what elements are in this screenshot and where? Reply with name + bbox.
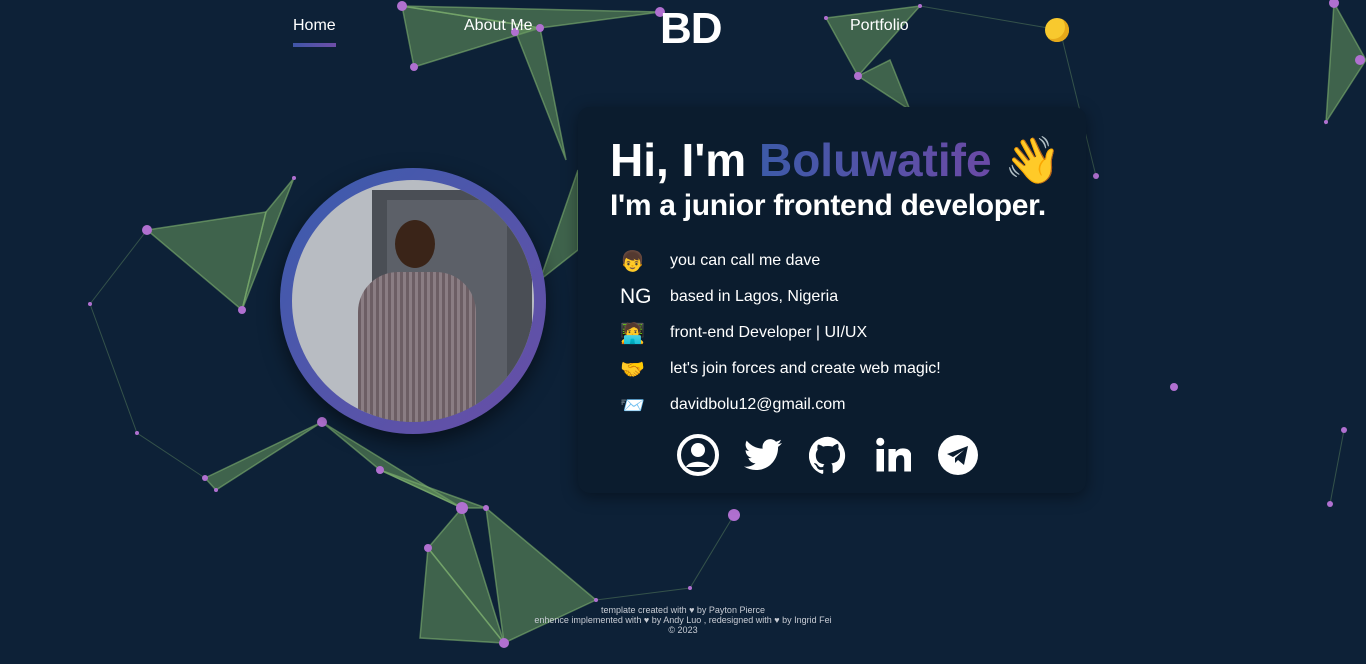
footer-credit: template created with ♥ by Payton Pierce — [601, 605, 765, 615]
wave-icon: 👋 — [1004, 134, 1062, 186]
logo[interactable]: BD — [660, 4, 723, 54]
social-links — [676, 433, 980, 477]
profile-photo — [292, 180, 534, 422]
top-nav: Home About Me BD Portfolio — [0, 0, 1366, 60]
subtitle: I'm a junior frontend developer. — [610, 189, 1046, 222]
twitter-icon[interactable] — [741, 433, 785, 477]
telegram-icon[interactable] — [936, 433, 980, 477]
footer-copyright: © 2023 — [668, 625, 698, 635]
email-text[interactable]: davidbolu12@gmail.com — [670, 396, 845, 414]
list-item: 📨 davidbolu12@gmail.com — [620, 387, 941, 423]
envelope-emoji-icon: 📨 — [620, 394, 645, 417]
footer: template created with ♥ by Payton Pierce… — [0, 605, 1366, 635]
github-icon[interactable] — [806, 433, 850, 477]
linkedin-icon[interactable] — [871, 433, 915, 477]
list-item: 👦 you can call me dave — [620, 250, 821, 273]
name: Boluwatife — [758, 134, 992, 186]
nigeria-flag-icon: NG — [620, 285, 652, 308]
list-item: 🧑‍💻 front-end Developer | UI/UX — [620, 322, 868, 345]
list-item: NG based in Lagos, Nigeria — [620, 285, 839, 308]
intro-card: Hi, I'm Boluwatife 👋 I'm a junior fronte… — [578, 107, 1086, 493]
avatar — [280, 168, 546, 434]
handshake-emoji-icon: 🤝 — [620, 358, 645, 381]
boy-emoji-icon: 👦 — [620, 250, 645, 273]
info-list: 👦 you can call me dave NG based in Lagos, … — [620, 243, 941, 423]
technologist-emoji-icon: 🧑‍💻 — [620, 322, 645, 345]
greeting-heading: Hi, I'm Boluwatife 👋 — [610, 134, 1062, 186]
nav-about-me[interactable]: About Me — [464, 17, 532, 35]
list-item: 🤝 let's join forces and create web magic! — [620, 358, 941, 381]
nav-home[interactable]: Home — [293, 17, 336, 47]
footer-credit: enhence implemented with ♥ by Andy Luo ,… — [534, 615, 832, 625]
moon-icon[interactable] — [1045, 18, 1069, 42]
nav-portfolio[interactable]: Portfolio — [850, 17, 909, 35]
profile-icon[interactable] — [676, 433, 720, 477]
